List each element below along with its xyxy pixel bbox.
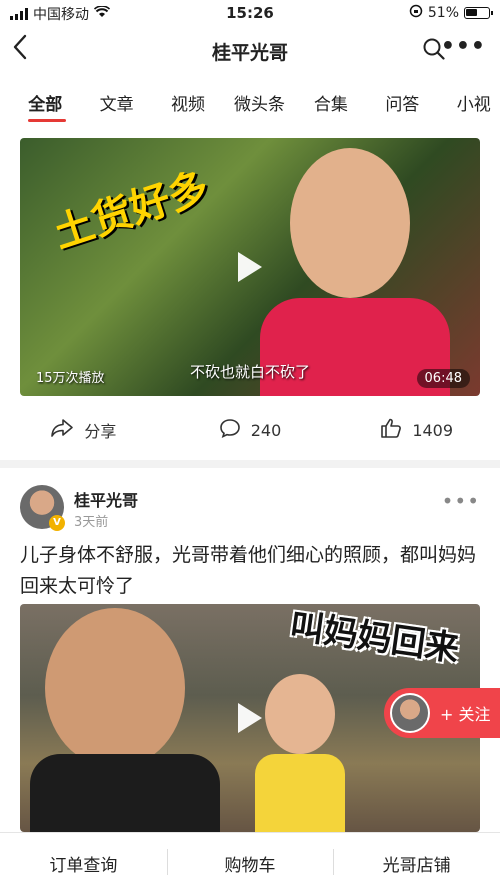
- rotation-lock-icon: [409, 4, 423, 22]
- more-options-icon[interactable]: •••: [442, 489, 480, 513]
- thumbs-up-icon: [380, 418, 402, 442]
- video-overlay-title-2: 叫妈妈回来: [287, 606, 462, 670]
- tab-qa[interactable]: 问答: [376, 78, 428, 122]
- order-query-button[interactable]: 订单查询: [0, 833, 167, 888]
- video-thumbnail[interactable]: 土货好多 不砍也就白不砍了 15万次播放 06:48: [20, 138, 480, 396]
- post-author-row: V 桂平光哥 3天前 •••: [20, 485, 480, 533]
- view-count: 15万次播放: [36, 371, 105, 386]
- video-overlay-title: 土货好多: [48, 164, 215, 258]
- battery-percent: 51%: [427, 5, 459, 21]
- follow-label: + 关注: [440, 705, 491, 724]
- video-person: [250, 148, 450, 396]
- tab-articles[interactable]: 文章: [90, 78, 142, 122]
- verified-badge-icon: V: [49, 515, 65, 531]
- divider: [0, 460, 500, 468]
- comment-count: 240: [250, 420, 282, 440]
- share-icon: [50, 418, 74, 442]
- nav-header: 桂平光哥 •••: [0, 26, 500, 74]
- author-name[interactable]: 桂平光哥: [74, 487, 138, 511]
- tab-bar: 全部 文章 视频 微头条 合集 问答 小视: [0, 78, 500, 122]
- tab-videos[interactable]: 视频: [162, 78, 214, 122]
- video-duration: 06:48: [416, 369, 470, 388]
- share-label: 分享: [84, 422, 117, 441]
- action-row: 分享 240 1409: [0, 410, 500, 450]
- like-count: 1409: [412, 420, 454, 440]
- follow-button[interactable]: + 关注: [384, 688, 500, 738]
- store-button[interactable]: 光哥店铺: [333, 833, 500, 888]
- tab-micro-posts[interactable]: 微头条: [233, 78, 285, 122]
- more-icon[interactable]: •••: [441, 34, 486, 59]
- video-person-child: [250, 674, 345, 832]
- post-time: 3天前: [74, 515, 109, 530]
- bottom-bar: 订单查询 购物车 光哥店铺: [0, 832, 500, 888]
- status-bar: 中国移动 15:26 51%: [0, 0, 500, 26]
- follow-avatar: [390, 693, 430, 733]
- tab-collections[interactable]: 合集: [305, 78, 357, 122]
- play-icon[interactable]: [233, 250, 267, 284]
- comment-icon: [219, 418, 241, 442]
- play-icon-2[interactable]: [233, 701, 267, 735]
- post-text[interactable]: 儿子身体不舒服，光哥带着他们细心的照顾，都叫妈妈回来太可怜了: [20, 540, 480, 602]
- comment-button[interactable]: 240: [167, 410, 334, 450]
- cart-button[interactable]: 购物车: [166, 833, 334, 888]
- battery-icon: [464, 7, 493, 19]
- like-button[interactable]: 1409: [333, 410, 500, 450]
- tab-all[interactable]: 全部: [19, 78, 71, 122]
- share-button[interactable]: 分享: [0, 410, 167, 450]
- tab-short-videos[interactable]: 小视: [448, 78, 500, 122]
- video-person-adult: [30, 604, 220, 832]
